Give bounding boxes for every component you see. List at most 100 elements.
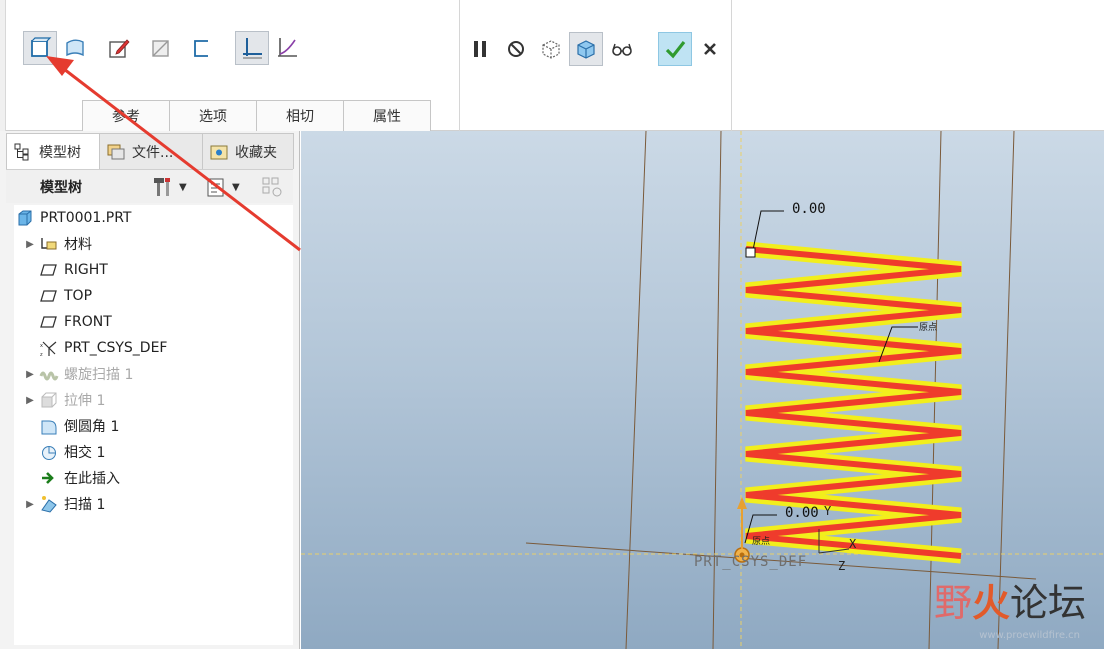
tab-options[interactable]: 选项 (169, 100, 257, 131)
graphics-viewport[interactable]: 0.00 原点 0.00 Y 原点 X Z PRT_CSYS_DEF 野 火 论… (301, 131, 1104, 649)
folder-browser-icon (106, 142, 126, 162)
dimension-label-bottom[interactable]: 0.00 (785, 505, 819, 521)
tree-item-label: PRT0001.PRT (40, 210, 132, 226)
origin-note-label: 原点 (752, 537, 771, 547)
tree-item-sweep[interactable]: ▶ 扫描 1 (22, 491, 105, 517)
no-preview-icon (508, 41, 524, 57)
tab-favorites[interactable]: 收藏夹 (202, 133, 294, 169)
wireframe-preview-icon (542, 40, 560, 59)
remove-material-icon (152, 40, 169, 57)
constant-section-icon (243, 38, 262, 59)
surface-icon (66, 39, 84, 57)
ribbon-separator (731, 0, 732, 131)
tree-item-front[interactable]: FRONT (38, 309, 112, 335)
ribbon-separator (459, 0, 460, 131)
round-icon (38, 415, 60, 437)
tree-item-label: 倒圆角 1 (64, 419, 120, 435)
tree-item-label: 材料 (64, 237, 92, 253)
tree-item-label: PRT_CSYS_DEF (64, 340, 168, 356)
tree-item-material[interactable]: ▶ 材料 (22, 231, 92, 257)
cancel-button[interactable] (693, 32, 727, 66)
sweep-icon (38, 493, 60, 515)
shaded-preview-icon (577, 40, 595, 59)
tree-item-label: 在此插入 (64, 471, 120, 487)
expand-arrow-icon[interactable]: ▶ (22, 239, 38, 250)
variable-section-icon (278, 38, 297, 57)
tree-item-label: 扫描 1 (64, 497, 106, 513)
ribbon-edge (0, 0, 6, 131)
material-icon (38, 233, 60, 255)
expand-arrow-icon[interactable]: ▶ (22, 395, 38, 406)
constant-section-button[interactable] (235, 31, 269, 65)
datum-plane-icon (38, 285, 60, 307)
origin-note-label: 原点 (919, 323, 938, 333)
confirm-button[interactable] (658, 32, 692, 66)
surface-sweep-button[interactable] (58, 31, 92, 65)
tree-item-label: TOP (64, 288, 93, 304)
expand-arrow-icon[interactable]: ▶ (22, 499, 38, 510)
sketch-button[interactable] (102, 31, 136, 65)
tree-columns-button[interactable] (260, 175, 284, 199)
tab-file-browser-label: 文件... (132, 144, 174, 161)
start-point-marker[interactable] (745, 247, 756, 258)
axis-y-label: Y (824, 504, 832, 518)
thicken-icon (194, 40, 208, 57)
watermark-text: 野 (933, 581, 972, 625)
tree-item-right[interactable]: RIGHT (38, 257, 108, 283)
tree-item-label: 螺旋扫描 1 (64, 367, 134, 383)
navigator-panel: 模型树 文件... 收藏夹 模型树 ▼ ▼ PRT0001.PRT ▶ 材料 R… (0, 131, 300, 649)
tools-icon (154, 178, 170, 196)
glasses-icon (612, 43, 632, 56)
spring-geometry (745, 241, 962, 564)
tab-properties[interactable]: 属性 (343, 100, 431, 131)
pause-button[interactable] (463, 32, 497, 66)
tab-file-browser[interactable]: 文件... (99, 133, 203, 169)
tree-item-insert-here[interactable]: 在此插入 (38, 465, 120, 491)
solid-sweep-button[interactable] (23, 31, 57, 65)
view-glasses-button[interactable] (605, 32, 639, 66)
thicken-button[interactable] (185, 31, 219, 65)
coordinate-system-icon: xz (38, 337, 60, 359)
part-icon (14, 207, 36, 229)
show-dropdown[interactable]: ▼ (204, 175, 240, 199)
verify-preview-button[interactable] (569, 32, 603, 66)
csys-label: PRT_CSYS_DEF (694, 554, 808, 570)
watermark-text: 论坛 (1009, 581, 1086, 625)
tab-tangency[interactable]: 相切 (256, 100, 344, 131)
expand-arrow-icon[interactable]: ▶ (22, 369, 38, 380)
pause-icon (474, 41, 486, 57)
tree-item-label: 拉伸 1 (64, 393, 106, 409)
axis-x-label: X (849, 537, 857, 551)
tab-model-tree-label: 模型树 (39, 144, 81, 161)
dimension-label-top[interactable]: 0.00 (792, 201, 826, 217)
sketch-pencil-icon (109, 39, 130, 58)
watermark-text: 火 (971, 580, 1010, 625)
tab-references[interactable]: 参考 (82, 100, 170, 131)
tree-item-label: RIGHT (64, 262, 108, 278)
model-tree: PRT0001.PRT ▶ 材料 RIGHT TOP FRONT xz PRT_… (14, 205, 293, 645)
remove-material-button[interactable] (144, 31, 178, 65)
variable-section-button[interactable] (270, 31, 304, 65)
settings-dropdown[interactable]: ▼ (151, 175, 187, 199)
tree-item-part[interactable]: PRT0001.PRT (14, 205, 132, 231)
tree-item-round[interactable]: 倒圆角 1 (38, 413, 119, 439)
tree-item-csys[interactable]: xz PRT_CSYS_DEF (38, 335, 167, 361)
tree-item-intersect[interactable]: 相交 1 (38, 439, 105, 465)
preview-geometry-button[interactable] (534, 32, 568, 66)
no-preview-button[interactable] (499, 32, 533, 66)
tree-filter-icon (207, 178, 224, 197)
chevron-down-icon: ▼ (232, 181, 240, 193)
helical-sweep-icon (38, 363, 60, 385)
navigator-tabs: 模型树 文件... 收藏夹 (6, 133, 294, 169)
datum-plane-icon (38, 311, 60, 333)
tree-item-extrude[interactable]: ▶ 拉伸 1 (22, 387, 105, 413)
tab-model-tree[interactable]: 模型树 (6, 133, 100, 169)
tree-item-helical-sweep[interactable]: ▶ 螺旋扫描 1 (22, 361, 133, 387)
model-tree-icon (13, 142, 33, 162)
tree-item-top[interactable]: TOP (38, 283, 92, 309)
dashboard-tabs: 参考 选项 相切 属性 (82, 100, 431, 131)
favorites-icon (209, 142, 229, 162)
datum-plane-icon (38, 259, 60, 281)
tree-item-label: 相交 1 (64, 445, 106, 461)
intersect-icon (38, 441, 60, 463)
